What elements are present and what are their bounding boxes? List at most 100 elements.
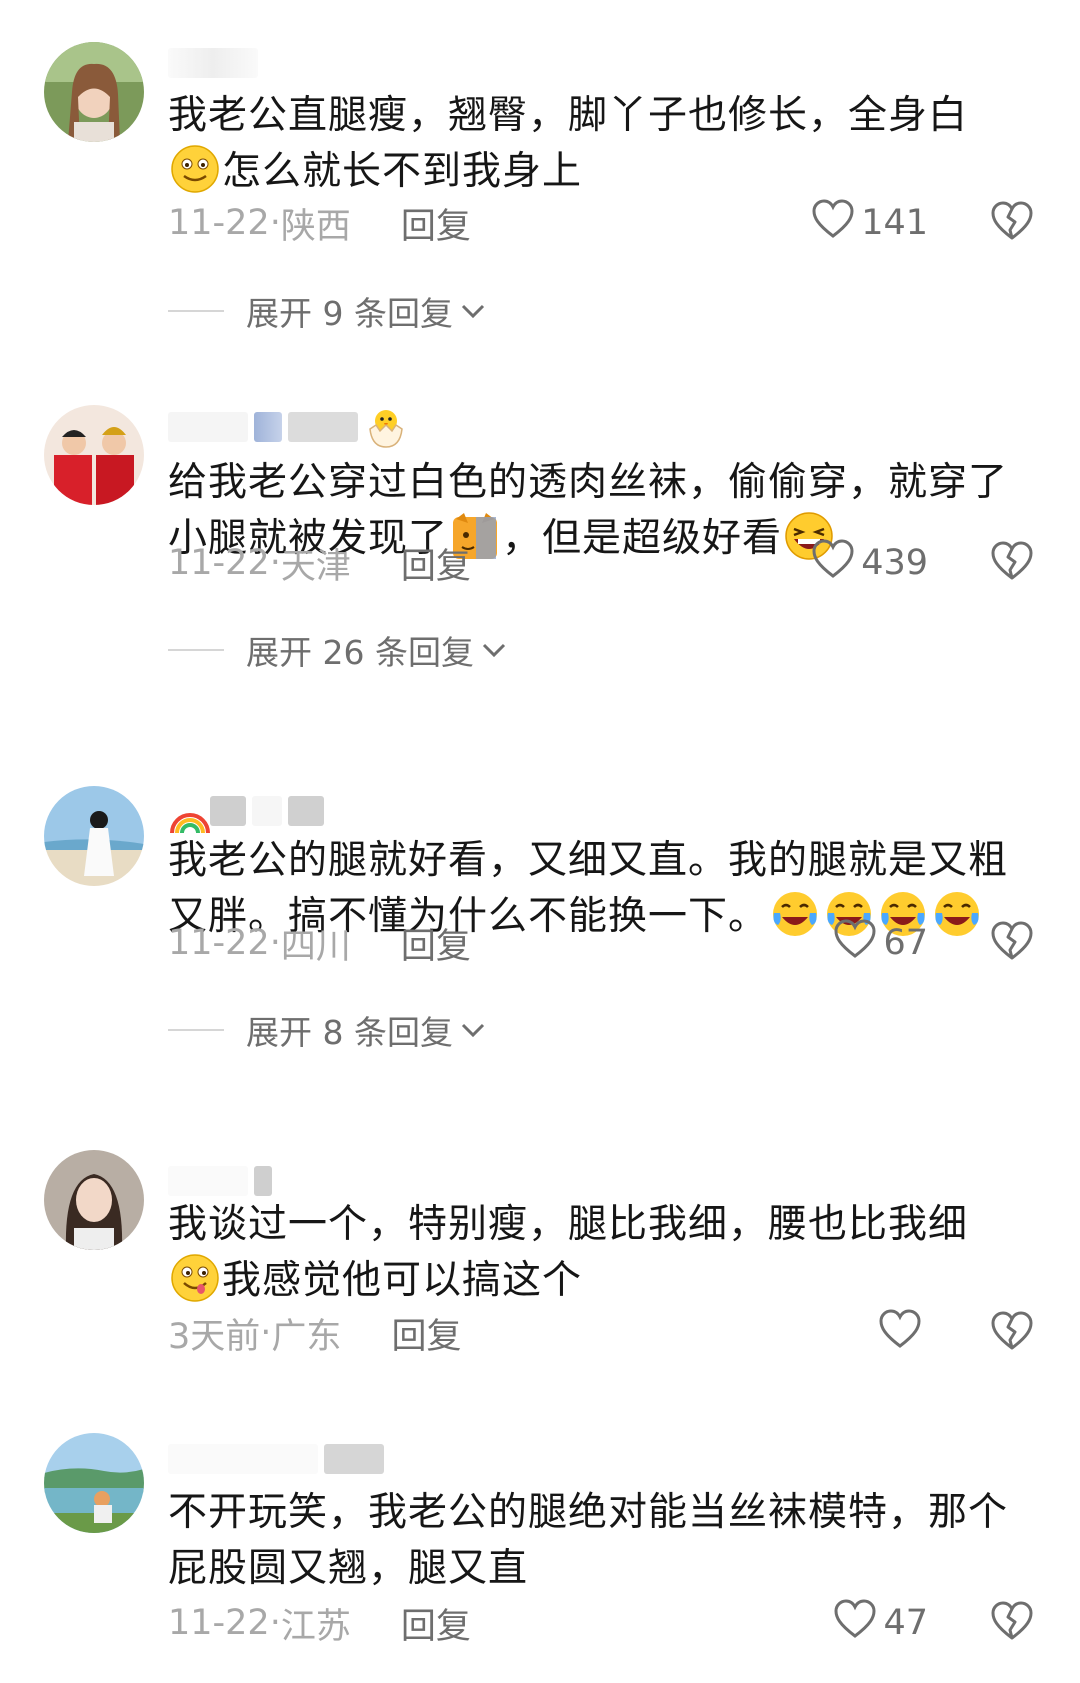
comment-time: 11-22 (168, 923, 270, 963)
comment-text-line: 我老公直腿瘦，翘臀，脚丫子也修长，全身白 (168, 93, 969, 138)
like-count: 439 (861, 543, 928, 583)
expand-replies-button[interactable]: 展开 26 条回复 (168, 625, 508, 675)
chevron-down-icon (459, 301, 487, 321)
comment-meta: 3天前 · 广东 回复 (168, 1308, 461, 1358)
comment-time: 11-22 (168, 1603, 270, 1643)
like-button[interactable]: 47 (833, 1598, 928, 1648)
comment-text-line: 我感觉他可以搞这个 (222, 1258, 583, 1303)
dislike-button[interactable] (990, 918, 1034, 968)
meta-separator: · (269, 1603, 281, 1643)
comment-text: 不开玩笑，我老公的腿绝对能当丝袜模特，那个 屁股圆又翘，腿又直 (168, 1485, 1048, 1597)
comment-meta: 11-22 · 天津 回复 (168, 538, 471, 588)
dislike-button[interactable] (990, 198, 1034, 248)
username-redacted (168, 412, 248, 442)
username-redacted (168, 1166, 248, 1196)
like-count: 141 (861, 203, 928, 243)
meta-separator: · (269, 203, 281, 243)
avatar[interactable] (44, 405, 144, 505)
broken-heart-icon (990, 200, 1034, 246)
comment-meta: 11-22 · 江苏 回复 (168, 1598, 471, 1648)
username-redacted (254, 412, 282, 442)
dislike-button[interactable] (990, 1598, 1034, 1648)
expand-replies-button[interactable]: 展开 9 条回复 (168, 286, 487, 336)
like-button[interactable]: 141 (811, 198, 928, 248)
broken-heart-icon (990, 920, 1034, 966)
username[interactable] (168, 44, 258, 82)
chevron-down-icon (459, 1020, 487, 1040)
comment-location: 广东 (271, 1316, 342, 1357)
like-count: 47 (883, 1603, 928, 1643)
like-button[interactable]: 67 (833, 918, 928, 968)
expand-replies-button[interactable]: 展开 8 条回复 (168, 1005, 487, 1055)
dislike-button[interactable] (990, 1308, 1034, 1358)
username-redacted (168, 48, 258, 78)
comment-location: 陕西 (280, 206, 351, 247)
heart-outline-icon (833, 918, 877, 969)
comment-time: 11-22 (168, 203, 270, 243)
username[interactable] (168, 792, 324, 834)
comment-location: 四川 (280, 926, 351, 967)
divider-line (168, 1029, 224, 1031)
rainbow-emoji-icon (168, 793, 210, 834)
heart-outline-icon (878, 1308, 922, 1359)
reply-button[interactable]: 回复 (401, 1598, 471, 1649)
broken-heart-icon (990, 1310, 1034, 1356)
heart-outline-icon (833, 1598, 877, 1649)
meta-separator: · (269, 543, 281, 583)
expand-replies-label: 展开 26 条回复 (246, 633, 474, 672)
like-count: 67 (883, 923, 928, 963)
username[interactable] (168, 1440, 384, 1478)
broken-heart-icon (990, 540, 1034, 586)
grin-emoji-icon (170, 144, 220, 194)
username-redacted (252, 796, 282, 826)
meta-separator: · (260, 1313, 272, 1353)
avatar[interactable] (44, 42, 144, 142)
comment-location: 天津 (280, 546, 351, 587)
comment-time: 3天前 (168, 1316, 261, 1357)
heart-outline-icon (811, 538, 855, 589)
dislike-button[interactable] (990, 538, 1034, 588)
tears-of-joy-emoji-icon (932, 889, 982, 939)
username[interactable] (168, 1162, 272, 1200)
comment-text: 我老公直腿瘦，翘臀，脚丫子也修长，全身白 怎么就长不到我身上 (168, 88, 1048, 200)
chevron-down-icon (480, 640, 508, 660)
comment-text: 我谈过一个，特别瘦，腿比我细，腰也比我细 我感觉他可以搞这个 (168, 1197, 1048, 1309)
expand-replies-label: 展开 8 条回复 (246, 1013, 453, 1052)
comment-meta: 11-22 · 陕西 回复 (168, 198, 471, 248)
broken-heart-icon (990, 1600, 1034, 1646)
username-redacted (210, 796, 246, 826)
comment-text-line: 我谈过一个，特别瘦，腿比我细，腰也比我细 (168, 1202, 969, 1247)
username-redacted (324, 1444, 384, 1474)
reply-button[interactable]: 回复 (401, 538, 471, 589)
comment-text-line: 给我老公穿过白色的透肉丝袜，偷偷穿，就穿了 (168, 460, 1009, 505)
reply-button[interactable]: 回复 (391, 1308, 461, 1359)
username[interactable] (168, 405, 408, 449)
comment-text-line: 屁股圆又翘，腿又直 (168, 1546, 529, 1591)
avatar[interactable] (44, 786, 144, 886)
expand-replies-label: 展开 9 条回复 (246, 294, 453, 333)
username-redacted (288, 412, 358, 442)
like-button[interactable] (878, 1308, 928, 1358)
avatar[interactable] (44, 1433, 144, 1533)
username-redacted (254, 1166, 272, 1196)
reply-button[interactable]: 回复 (401, 918, 471, 969)
chick-hatching-emoji-icon (364, 405, 408, 449)
divider-line (168, 310, 224, 312)
reply-button[interactable]: 回复 (401, 198, 471, 249)
yum-emoji-icon (170, 1253, 220, 1303)
meta-separator: · (269, 923, 281, 963)
comment-text-line: 不开玩笑，我老公的腿绝对能当丝袜模特，那个 (168, 1490, 1009, 1535)
comment-text-line: ，但是超级好看 (502, 516, 783, 561)
username-redacted (168, 1444, 318, 1474)
comment-text-line: 怎么就长不到我身上 (222, 149, 583, 194)
comment-meta: 11-22 · 四川 回复 (168, 918, 471, 968)
like-button[interactable]: 439 (811, 538, 928, 588)
divider-line (168, 649, 224, 651)
username-redacted (288, 796, 324, 826)
avatar[interactable] (44, 1150, 144, 1250)
comment-location: 江苏 (280, 1606, 351, 1647)
heart-outline-icon (811, 198, 855, 249)
comment-text-line: 我老公的腿就好看，又细又直。我的腿就是又粗 (168, 838, 1009, 883)
comment-time: 11-22 (168, 543, 270, 583)
tears-of-joy-emoji-icon (770, 889, 820, 939)
